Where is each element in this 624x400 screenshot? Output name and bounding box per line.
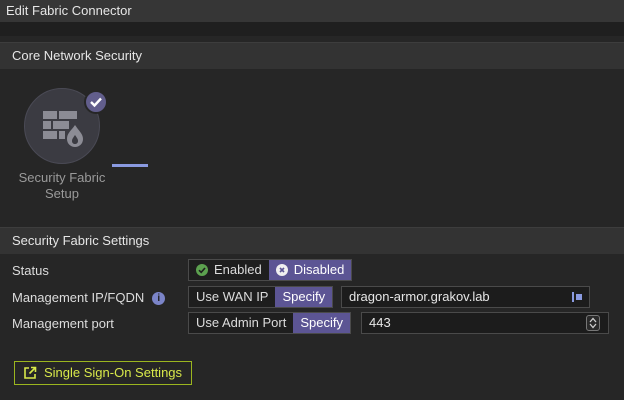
setup-label-line1: Security Fabric (18, 170, 106, 185)
status-disabled-text: Disabled (293, 262, 345, 277)
status-enabled-text: Enabled (214, 262, 262, 277)
info-icon[interactable]: i (152, 292, 166, 305)
management-port-input[interactable]: 443 (361, 312, 609, 334)
setup-progress-line (112, 164, 148, 167)
management-ip-value: dragon-armor.grakov.lab (349, 289, 490, 304)
management-port-toggle: Use Admin Port Specify (188, 312, 351, 334)
status-toggle: Enabled Disabled (188, 259, 353, 281)
stepper-arrows-icon (589, 317, 597, 329)
management-ip-toggle: Use WAN IP Specify (188, 286, 334, 308)
management-port-value: 443 (369, 315, 391, 330)
status-enabled-option[interactable]: Enabled (189, 260, 269, 280)
management-ip-label-text: Management IP/FQDN (12, 290, 145, 305)
check-circle-icon (196, 264, 208, 276)
section-header-settings: Security Fabric Settings (0, 227, 624, 254)
window-title: Edit Fabric Connector (0, 0, 624, 22)
setup-complete-badge (84, 90, 108, 114)
port-stepper[interactable] (586, 315, 600, 331)
firewall-icon (43, 111, 83, 147)
setup-label-line2: Setup (45, 186, 79, 201)
security-fabric-setup-label: Security Fabric Setup (10, 170, 114, 202)
management-ip-specify-option[interactable]: Specify (275, 287, 333, 307)
sso-button-label: Single Sign-On Settings (44, 365, 183, 380)
status-disabled-option[interactable]: Disabled (268, 260, 352, 280)
check-icon (90, 97, 102, 108)
use-admin-port-option[interactable]: Use Admin Port (189, 313, 294, 333)
management-port-label: Management port (12, 316, 114, 331)
x-circle-icon (275, 264, 288, 276)
status-label: Status (12, 263, 49, 278)
autofill-icon[interactable] (571, 291, 583, 303)
management-ip-label: Management IP/FQDN i (12, 290, 166, 305)
single-sign-on-settings-button[interactable]: Single Sign-On Settings (14, 361, 192, 385)
section-header-core: Core Network Security (0, 42, 624, 69)
use-wan-ip-option[interactable]: Use WAN IP (189, 287, 276, 307)
management-ip-input[interactable]: dragon-armor.grakov.lab (341, 286, 590, 308)
management-port-specify-option[interactable]: Specify (293, 313, 350, 333)
title-divider (0, 22, 624, 36)
external-link-icon (24, 366, 37, 379)
